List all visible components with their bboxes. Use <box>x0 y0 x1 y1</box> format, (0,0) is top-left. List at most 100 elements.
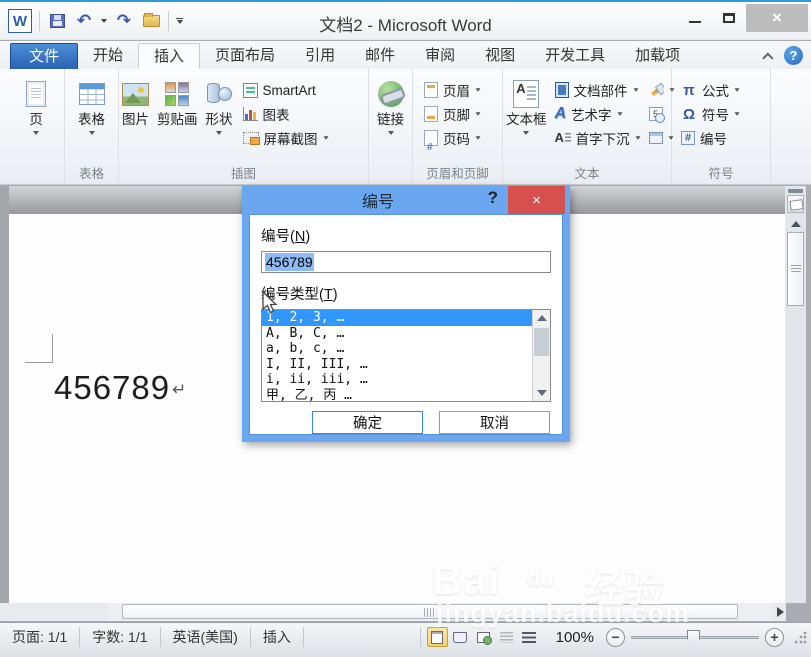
tab-file[interactable]: 文件 <box>10 43 78 69</box>
number-sign-icon: # <box>681 131 695 145</box>
page-left-gap <box>0 186 9 622</box>
ok-button[interactable]: 确定 <box>312 411 423 434</box>
page-icon <box>26 81 46 107</box>
table-button[interactable]: 表格 <box>75 74 108 137</box>
titlebar: W ↶ ↷ 文档2 - Microsoft Word × <box>0 0 811 40</box>
number-input[interactable]: 456789 <box>261 251 551 273</box>
page-number-button[interactable]: 页码 <box>421 128 502 148</box>
header-button[interactable]: 页眉 <box>421 80 502 100</box>
status-language[interactable]: 英语(美国) <box>161 627 251 647</box>
dialog-close-button[interactable]: × <box>508 186 565 214</box>
list-item[interactable]: A, B, C, … <box>262 326 532 342</box>
view-print-layout-button[interactable] <box>427 627 448 647</box>
list-item[interactable]: i, ii, iii, … <box>262 372 532 388</box>
scroll-right-arrow[interactable] <box>777 607 784 617</box>
view-fullscreen-reading-button[interactable] <box>450 627 471 647</box>
tab-view[interactable]: 视图 <box>470 43 530 69</box>
window-resize-grip[interactable] <box>794 631 807 644</box>
smartart-button[interactable]: SmartArt <box>240 80 332 100</box>
vertical-scrollbar[interactable] <box>785 186 806 603</box>
shapes-button[interactable]: 形状 <box>203 74 236 148</box>
chart-button[interactable]: 图表 <box>240 104 332 124</box>
horizontal-scroll-thumb[interactable] <box>122 604 738 619</box>
dropdown-caret <box>734 112 739 115</box>
shapes-icon <box>206 81 232 107</box>
footer-icon <box>424 106 438 122</box>
clipart-icon <box>165 82 189 106</box>
object-icon <box>649 132 663 144</box>
document-text[interactable]: 456789↵ <box>54 369 186 407</box>
list-item[interactable]: a, b, c, … <box>262 341 532 357</box>
status-insert-mode[interactable]: 插入 <box>251 627 304 647</box>
reading-view-icon <box>453 632 467 643</box>
footer-button[interactable]: 页脚 <box>421 104 502 124</box>
horizontal-scrollbar[interactable] <box>108 603 772 621</box>
listbox-scroll-thumb[interactable] <box>534 328 549 356</box>
collapse-ribbon-icon[interactable] <box>762 52 773 63</box>
listbox-scrollbar[interactable] <box>532 310 550 401</box>
tab-insert[interactable]: 插入 <box>138 43 200 69</box>
dropdown-caret <box>635 136 640 139</box>
dropcap-icon <box>555 131 571 145</box>
vertical-scroll-thumb[interactable] <box>787 232 804 306</box>
dropdown-caret <box>388 131 394 135</box>
signature-pen-icon <box>649 83 664 98</box>
tab-addins[interactable]: 加载项 <box>620 43 695 69</box>
tab-review[interactable]: 审阅 <box>410 43 470 69</box>
pi-icon: π <box>681 82 697 99</box>
scroll-up-arrow[interactable] <box>537 315 547 321</box>
scroll-down-arrow[interactable] <box>537 390 547 396</box>
list-item[interactable]: I, II, III, … <box>262 357 532 373</box>
web-layout-icon <box>477 632 490 643</box>
zoom-in-button[interactable]: + <box>765 628 784 647</box>
table-icon <box>79 83 105 105</box>
zoom-out-button[interactable]: − <box>606 628 625 647</box>
quick-parts-button[interactable]: 文档部件 <box>552 80 644 100</box>
clipart-button[interactable]: 剪贴画 <box>154 74 201 148</box>
group-pages: 页 <box>8 69 65 183</box>
tab-page-layout[interactable]: 页面布局 <box>200 43 290 69</box>
picture-button[interactable]: 图片 <box>119 74 152 148</box>
zoom-slider-thumb[interactable] <box>687 630 700 646</box>
cancel-button[interactable]: 取消 <box>439 411 550 434</box>
paragraph-mark: ↵ <box>172 380 186 399</box>
mouse-cursor <box>262 291 280 320</box>
list-item[interactable]: 1, 2, 3, … <box>262 310 532 326</box>
scroll-grip <box>424 608 436 617</box>
number-type-label: 编号类型(T) <box>261 283 551 304</box>
dropcap-button[interactable]: 首字下沉 <box>552 128 644 148</box>
pages-button[interactable]: 页 <box>23 74 49 137</box>
dialog-help-button[interactable]: ? <box>488 188 498 208</box>
view-draft-button[interactable] <box>519 627 540 647</box>
tab-mailings[interactable]: 邮件 <box>350 43 410 69</box>
maximize-button[interactable] <box>712 4 746 32</box>
dialog-titlebar[interactable]: 编号 ? × <box>242 186 570 214</box>
links-button[interactable]: 链接 <box>374 74 407 137</box>
symbol-button[interactable]: Ω 符号 <box>678 104 770 124</box>
textbox-button[interactable]: 文本框 <box>503 74 550 148</box>
list-item[interactable]: 甲, 乙, 丙 … <box>262 388 532 403</box>
margin-crop-mark <box>25 362 53 363</box>
tab-home[interactable]: 开始 <box>78 43 138 69</box>
tab-references[interactable]: 引用 <box>290 43 350 69</box>
equation-button[interactable]: π 公式 <box>678 80 770 100</box>
zoom-level[interactable]: 100% <box>556 629 594 646</box>
minimize-button[interactable] <box>678 4 712 32</box>
wordart-button[interactable]: A 艺术字 <box>552 104 644 124</box>
tab-developer[interactable]: 开发工具 <box>530 43 620 69</box>
view-web-layout-button[interactable] <box>473 627 494 647</box>
status-word-count[interactable]: 字数: 1/1 <box>80 627 160 647</box>
status-page-count[interactable]: 页面: 1/1 <box>0 627 80 647</box>
view-outline-button[interactable] <box>496 627 517 647</box>
screenshot-button[interactable]: 屏幕截图 <box>240 128 332 148</box>
quick-parts-icon <box>555 82 569 98</box>
split-handle[interactable] <box>788 189 803 193</box>
zoom-slider[interactable] <box>631 636 759 639</box>
number-button[interactable]: # 编号 <box>678 128 770 148</box>
help-button[interactable]: ? <box>784 46 803 65</box>
dropdown-caret <box>216 131 222 135</box>
group-table: 表格 表格 <box>65 69 119 183</box>
ruler-toggle-button[interactable] <box>787 195 804 213</box>
scroll-up-arrow[interactable] <box>791 221 801 227</box>
close-button[interactable]: × <box>746 4 808 32</box>
